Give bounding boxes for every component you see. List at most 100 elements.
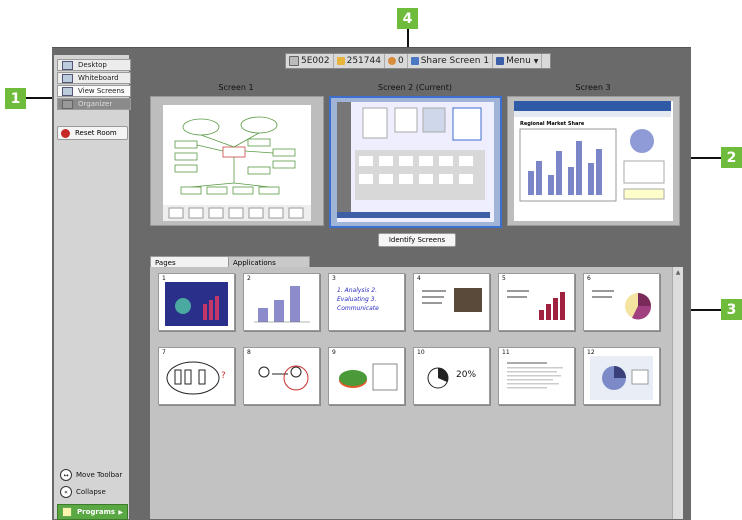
room-key-text: 251744: [346, 56, 381, 66]
page-2-chart: [254, 286, 310, 323]
page-thumbnail[interactable]: 12: [583, 347, 660, 405]
screen-2-label: Screen 2 (Current): [378, 83, 452, 92]
user-count: 0: [385, 54, 408, 68]
callout-1: 1: [5, 88, 26, 109]
share-screen-label: Share Screen 1: [420, 56, 490, 66]
menu-label: Menu: [506, 56, 531, 66]
sidebar-item-label: Desktop: [78, 61, 107, 69]
top-toolbar: 5E002 251744 0 Share Screen 1 Menu ▼: [285, 53, 551, 69]
screen-3-title: Regional Market Share: [520, 121, 585, 127]
page-number: 9: [332, 349, 336, 356]
page-thumbnail[interactable]: 4: [413, 273, 490, 331]
share-screen-button[interactable]: Share Screen 1: [408, 54, 494, 68]
programs-label: Programs: [77, 508, 116, 516]
sidebar-item-view-screens[interactable]: View Screens: [57, 85, 131, 97]
programs-icon: [62, 507, 72, 517]
view-screens-icon: [62, 86, 73, 96]
chevron-down-icon: ▼: [533, 57, 539, 65]
page-10-text: 20%: [456, 370, 477, 380]
callout-2: 2: [721, 147, 742, 168]
programs-button[interactable]: Programs ▶: [57, 504, 128, 520]
menu-button[interactable]: Menu ▼: [493, 54, 543, 68]
page-12-slide: [590, 356, 653, 400]
page-3-handwriting: 1. Analysis 2. Evaluating 3. Communicate: [337, 287, 379, 312]
page-11-document: [507, 362, 563, 389]
screen-3-content: Regional Market Share: [514, 101, 673, 221]
toolbar-grip[interactable]: [542, 54, 550, 68]
pages-scrollbar[interactable]: ▲: [672, 267, 683, 519]
reset-room-label: Reset Room: [75, 129, 117, 137]
page-number: 10: [417, 349, 425, 356]
screen-2-content: [337, 102, 494, 222]
sidebar: Desktop Whiteboard View Screens Organize…: [54, 55, 131, 520]
screen-3-preview: Regional Market Share: [514, 101, 671, 202]
key-icon: [336, 57, 345, 65]
reset-room-button[interactable]: Reset Room: [57, 126, 128, 140]
page-thumbnail[interactable]: 8: [243, 347, 320, 405]
page-7-drawing: ?: [166, 361, 226, 395]
screen-1-content: [163, 105, 311, 221]
page-thumbnail[interactable]: 5: [498, 273, 575, 331]
screen-1-thumbnail[interactable]: [150, 96, 324, 226]
page-9-slide: [339, 363, 398, 391]
sidebar-item-label: View Screens: [78, 87, 125, 95]
page-6-slide: [592, 290, 652, 320]
page-thumbnail[interactable]: 2: [243, 273, 320, 331]
page-5-slide: [507, 290, 565, 320]
callout-3: 3: [721, 299, 742, 320]
page-number: 1: [162, 275, 166, 282]
chevron-right-icon: ▶: [118, 508, 123, 516]
user-icon: [387, 57, 396, 65]
page-number: 7: [162, 349, 166, 356]
screen-2-preview: [337, 102, 490, 218]
menu-icon: [496, 57, 505, 65]
identify-screens-button[interactable]: Identify Screens: [378, 233, 456, 247]
monitor-icon: [410, 57, 419, 65]
page-thumbnail[interactable]: 10 20%: [413, 347, 490, 405]
sidebar-item-label: Organizer: [78, 100, 113, 108]
whiteboard-icon: [62, 73, 73, 83]
page-thumbnail[interactable]: 11: [498, 347, 575, 405]
screen-3-thumbnail[interactable]: Regional Market Share: [507, 96, 680, 226]
sidebar-item-label: Whiteboard: [78, 74, 119, 82]
room-id: 5E002: [286, 54, 334, 68]
svg-text:?: ?: [221, 371, 226, 381]
mind-map: [163, 116, 311, 221]
room-key: 251744: [334, 54, 385, 68]
callout-4: 4: [397, 8, 418, 29]
collapse-label[interactable]: Collapse: [76, 488, 106, 496]
move-toolbar-label[interactable]: Move Toolbar: [76, 471, 122, 479]
page-8-drawing: [258, 365, 309, 391]
page-thumbnail[interactable]: 9: [328, 347, 405, 405]
page-4-slide: [422, 288, 482, 312]
sidebar-item-desktop[interactable]: Desktop: [57, 59, 131, 71]
reset-icon: [61, 128, 70, 138]
page-number: 3: [332, 275, 336, 282]
sidebar-item-whiteboard[interactable]: Whiteboard: [57, 72, 131, 84]
page-thumbnail[interactable]: 7 ?: [158, 347, 235, 405]
room-id-text: 5E002: [301, 56, 330, 66]
screen-1-label: Screen 1: [218, 83, 254, 92]
sidebar-item-organizer[interactable]: Organizer: [57, 98, 131, 110]
desktop-icon: [62, 60, 73, 70]
move-toolbar-icon[interactable]: ↔: [60, 469, 72, 481]
page-number: 5: [502, 275, 506, 282]
organizer-icon: [62, 99, 73, 109]
page-10-drawing: [427, 367, 449, 389]
printer-icon: [289, 56, 299, 66]
scroll-up-icon[interactable]: ▲: [674, 269, 682, 277]
page-number: 4: [417, 275, 421, 282]
collapse-icon[interactable]: «: [60, 486, 72, 498]
page-1-slide: [165, 282, 228, 326]
user-count-text: 0: [397, 56, 404, 66]
page-thumbnail[interactable]: 6: [583, 273, 660, 331]
page-number: 8: [247, 349, 251, 356]
page-number: 12: [587, 349, 595, 356]
page-number: 6: [587, 275, 591, 282]
pages-panel: 1 2 3 1. Analysis 2. Evaluating 3. Commu…: [150, 267, 682, 519]
page-thumbnail[interactable]: 1: [158, 273, 235, 331]
page-thumbnail[interactable]: 3 1. Analysis 2. Evaluating 3. Communica…: [328, 273, 405, 331]
screen-2-thumbnail[interactable]: [329, 96, 502, 228]
page-number: 2: [247, 275, 251, 282]
screen-3-label: Screen 3: [575, 83, 611, 92]
